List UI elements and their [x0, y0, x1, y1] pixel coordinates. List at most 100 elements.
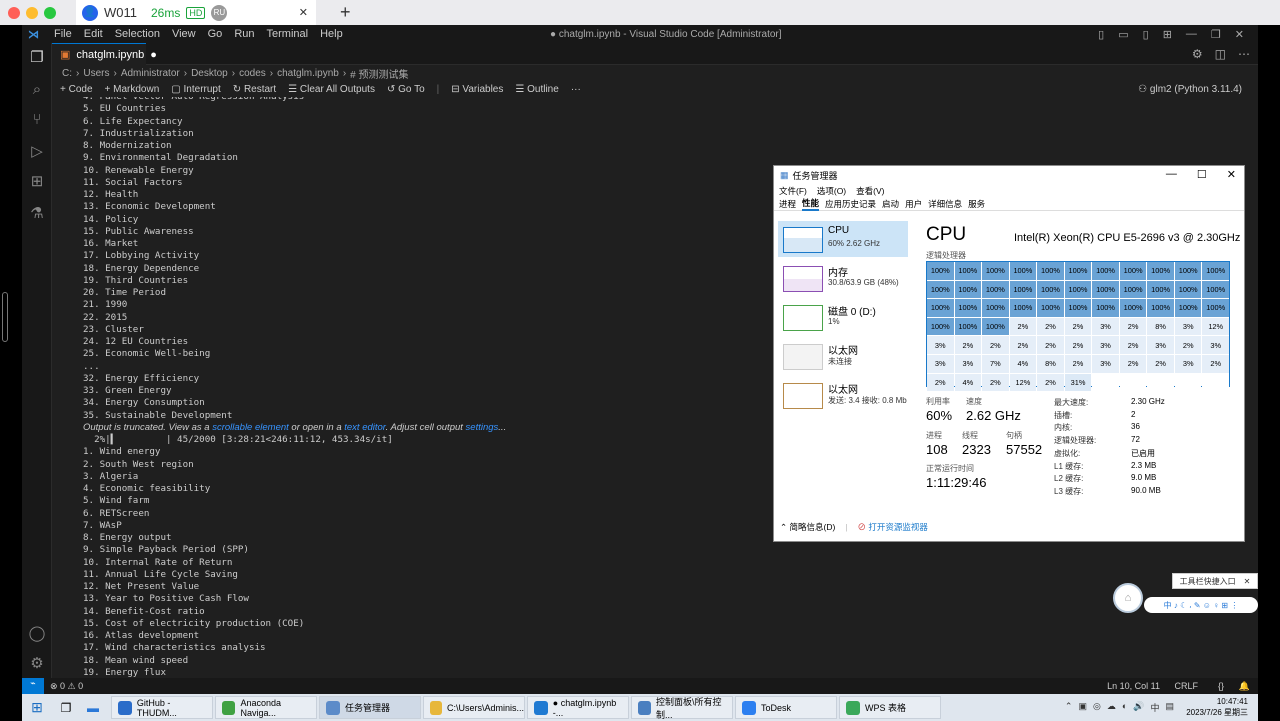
tray-icon[interactable]: ◎ [1093, 701, 1101, 714]
eol-indicator[interactable]: CRLF [1174, 681, 1198, 691]
breadcrumb-item[interactable]: Desktop [191, 68, 228, 79]
goto-button[interactable]: ↺ Go To [387, 84, 425, 95]
tab-performance[interactable]: 性能 [802, 197, 820, 211]
close-tab-icon[interactable]: ✕ [299, 6, 308, 19]
source-control-icon[interactable]: ⑂ [28, 111, 46, 129]
variables-button[interactable]: ⊟ Variables [451, 84, 503, 95]
resource-monitor-link[interactable]: ⊘ 打开资源监视器 [858, 521, 928, 533]
close-dot-icon[interactable] [8, 6, 20, 19]
remote-session-tab[interactable]: 👤 W011 26ms HD RU ✕ [76, 0, 316, 25]
menu-terminal[interactable]: Terminal [267, 28, 309, 40]
task-view-icon[interactable]: ❐ [52, 701, 80, 715]
taskbar-item[interactable]: Anaconda Naviga... [215, 696, 317, 719]
minimize-icon[interactable]: — [1186, 28, 1197, 41]
breadcrumb-item[interactable]: # 预测测试集 [350, 66, 408, 81]
taskbar-item[interactable]: ToDesk [735, 696, 837, 719]
remote-indicator[interactable]: ⌁ [22, 678, 44, 694]
taskbar-item[interactable]: C:\Users\Adminis... [423, 696, 525, 719]
desktop-icon[interactable]: ▬ [80, 701, 106, 715]
interrupt-button[interactable]: ▢ Interrupt [171, 84, 220, 95]
layout-sidebar-icon[interactable]: ▯ [1098, 28, 1104, 41]
tab-details[interactable]: 详细信息 [928, 198, 962, 210]
clear-outputs-button[interactable]: ☰ Clear All Outputs [288, 84, 375, 95]
clock[interactable]: 10:47:41 2023/7/26 星期三 [1186, 696, 1248, 718]
tray-icon[interactable]: ☁ [1107, 701, 1116, 714]
tm-maximize-icon[interactable]: ☐ [1197, 168, 1207, 181]
tm-minimize-icon[interactable]: — [1166, 168, 1177, 181]
split-editor-icon[interactable]: ◫ [1215, 47, 1226, 61]
tab-processes[interactable]: 进程 [779, 198, 796, 210]
breadcrumb-item[interactable]: C: [62, 68, 72, 79]
menu-selection[interactable]: Selection [115, 28, 160, 40]
taskbar-item[interactable]: WPS 表格 [839, 696, 941, 719]
menu-file[interactable]: File [54, 28, 72, 40]
tab-services[interactable]: 服务 [968, 198, 985, 210]
tm-close-icon[interactable]: ✕ [1227, 168, 1236, 181]
search-icon[interactable]: ⌕ [28, 81, 46, 99]
run-debug-icon[interactable]: ▷ [28, 143, 46, 161]
perf-item-ethernet-2[interactable]: 以太网 发送: 3.4 接收: 0.8 Mb [778, 377, 908, 413]
more-button[interactable]: ··· [571, 84, 581, 95]
breadcrumb-item[interactable]: chatglm.ipynb [277, 68, 339, 79]
layout-panel-icon[interactable]: ▭ [1118, 28, 1128, 41]
zoom-dot-icon[interactable] [44, 6, 56, 19]
assistant-avatar-icon[interactable]: ⌂ [1113, 583, 1143, 613]
accounts-icon[interactable]: ◯ [28, 625, 46, 643]
kernel-picker[interactable]: ⚇ glm2 (Python 3.11.4) [1138, 84, 1242, 95]
braces-icon[interactable]: {} [1218, 681, 1224, 691]
cursor-position[interactable]: Ln 10, Col 11 [1107, 681, 1160, 691]
tm-menu-view[interactable]: 查看(V) [856, 185, 884, 197]
taskbar-item[interactable]: 任务管理器 [319, 696, 421, 719]
start-icon[interactable]: ⊞ [22, 699, 52, 716]
taskbar-item[interactable]: 控制面板\所有控制... [631, 696, 733, 720]
extensions-icon[interactable]: ⊞ [28, 173, 46, 191]
gear-icon[interactable]: ⚙ [28, 655, 46, 673]
cell-output[interactable]: 4. Panel Vector Auto Regression Analysis… [52, 97, 772, 678]
editor-scrollbar[interactable] [1252, 97, 1258, 678]
problems-indicator[interactable]: ⊗ 0 ⚠ 0 [50, 681, 83, 692]
tm-menu-options[interactable]: 选项(O) [817, 185, 846, 197]
explorer-icon[interactable]: ❐ [28, 49, 46, 67]
tab-app-history[interactable]: 应用历史记录 [825, 198, 876, 210]
tray-icon[interactable]: ▤ [1165, 701, 1174, 714]
outline-button[interactable]: ☰ Outline [515, 84, 558, 95]
perf-item-memory[interactable]: 内存 30.8/63.9 GB (48%) [778, 260, 908, 296]
perf-item-cpu[interactable]: CPU 60% 2.62 GHz [778, 221, 908, 257]
volume-icon[interactable]: 🔊 [1133, 701, 1144, 714]
close-icon[interactable]: ✕ [1235, 28, 1244, 41]
perf-item-disk[interactable]: 磁盘 0 (D:) 1% [778, 299, 908, 335]
tab-startup[interactable]: 启动 [882, 198, 899, 210]
modified-dot-icon[interactable]: ● [150, 49, 157, 61]
ime-icon[interactable]: 中 [1150, 701, 1159, 714]
restore-icon[interactable]: ❐ [1211, 28, 1221, 41]
testing-icon[interactable]: ⚗ [28, 205, 46, 223]
layout-custom-icon[interactable]: ⊞ [1163, 28, 1172, 41]
add-code-button[interactable]: + Code [60, 84, 93, 95]
popup-close-icon[interactable]: ✕ [1244, 577, 1251, 586]
bell-icon[interactable]: 🔔 [1239, 681, 1250, 692]
tray-icon[interactable]: ⌃ [1065, 701, 1073, 714]
menu-run[interactable]: Run [234, 28, 254, 40]
menu-view[interactable]: View [172, 28, 196, 40]
fewer-details-button[interactable]: ⌃ 简略信息(D) [780, 521, 835, 533]
breadcrumb-item[interactable]: Administrator [121, 68, 180, 79]
menu-go[interactable]: Go [208, 28, 223, 40]
layout-secondary-icon[interactable]: ▯ [1143, 28, 1149, 41]
side-handle[interactable] [2, 292, 8, 342]
text-editor-link[interactable]: text editor [344, 422, 385, 433]
taskbar-item[interactable]: GitHub - THUDM... [111, 696, 213, 719]
menu-edit[interactable]: Edit [84, 28, 103, 40]
minimize-dot-icon[interactable] [26, 6, 38, 19]
breadcrumb-item[interactable]: codes [239, 68, 266, 79]
breadcrumb-item[interactable]: Users [83, 68, 109, 79]
tray-icon[interactable]: ▣ [1078, 701, 1087, 714]
tm-menu-file[interactable]: 文件(F) [779, 185, 807, 197]
new-tab-icon[interactable]: + [340, 2, 351, 23]
perf-item-ethernet-1[interactable]: 以太网 未连接 [778, 338, 908, 374]
menu-help[interactable]: Help [320, 28, 343, 40]
taskbar-item[interactable]: ● chatglm.ipynb -... [527, 696, 629, 719]
ime-toolbar[interactable]: 中 ♪ ☾ ⸴ ✎ ☺ ♀ ⊞ ⋮ [1144, 597, 1258, 613]
more-actions-icon[interactable]: ⋯ [1238, 47, 1250, 61]
tab-users[interactable]: 用户 [905, 198, 922, 210]
scrollable-link[interactable]: scrollable element [212, 422, 289, 433]
